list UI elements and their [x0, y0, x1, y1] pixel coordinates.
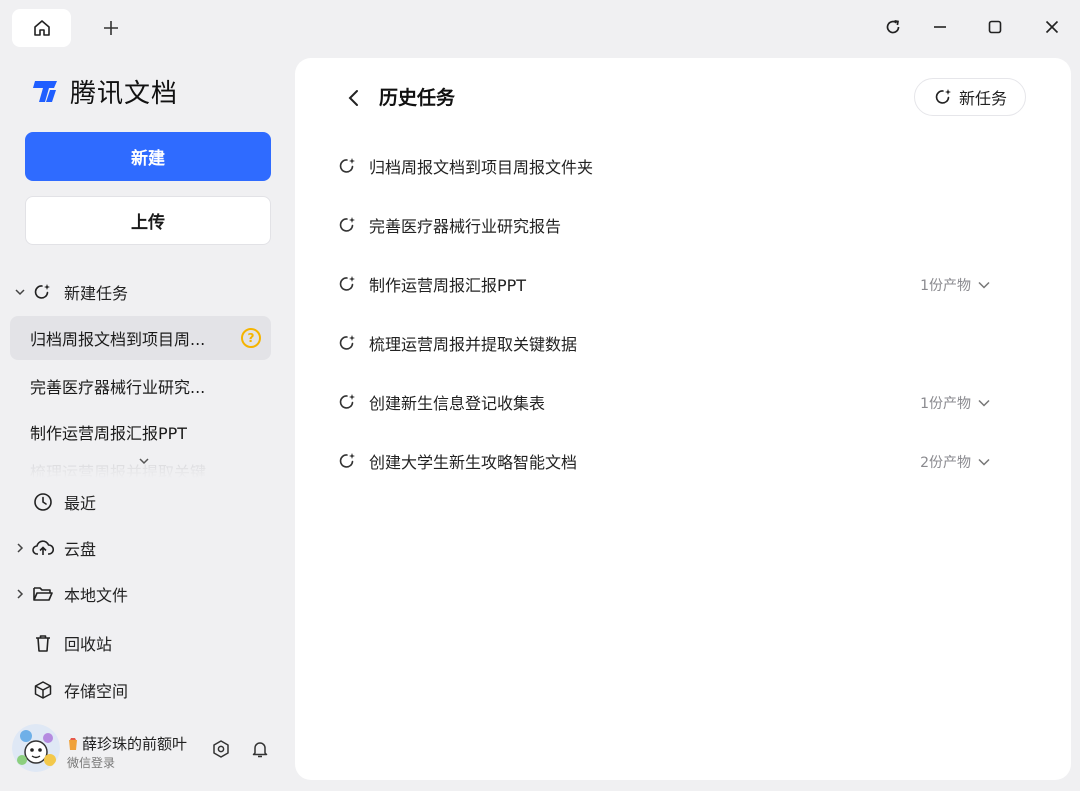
- history-task-row[interactable]: 梳理运营周报并提取关键数据: [335, 321, 1025, 365]
- sidebar-item-trash[interactable]: 回收站: [12, 628, 112, 658]
- folder-icon: [32, 584, 54, 604]
- brand[interactable]: 腾讯文档: [32, 76, 178, 109]
- new-button[interactable]: 新建: [25, 132, 271, 181]
- close-icon: [1045, 20, 1059, 34]
- sidebar-item-storage[interactable]: 存储空间: [12, 675, 128, 705]
- task-sparkle-icon: [335, 451, 359, 471]
- maximize-button[interactable]: [979, 12, 1011, 42]
- chevron-down-icon: [978, 281, 990, 289]
- task-label: 归档周报文档到项目周...: [30, 330, 206, 349]
- plus-icon: [104, 21, 118, 35]
- tencent-docs-logo-icon: [33, 81, 57, 102]
- history-task-row[interactable]: 制作运营周报汇报PPT 1份产物: [335, 262, 1025, 306]
- sidebar-item-label: 本地文件: [64, 586, 129, 605]
- sidebar-item-label: 云盘: [64, 540, 97, 559]
- cloud-upload-icon: [32, 538, 54, 558]
- clock-icon: [32, 492, 54, 512]
- sidebar-task-item[interactable]: 归档周报文档到项目周... ?: [10, 316, 271, 360]
- refresh-icon: [886, 19, 900, 34]
- new-task-button[interactable]: 新任务: [914, 78, 1026, 116]
- sidebar-item-cloud[interactable]: 云盘: [12, 533, 96, 563]
- history-task-label: 制作运营周报汇报PPT: [369, 276, 527, 295]
- user-profile[interactable]: 薛珍珠的前额叶 微信登录: [12, 724, 295, 776]
- sidebar-item-label: 最近: [64, 494, 97, 513]
- user-name-row: 薛珍珠的前额叶: [67, 733, 187, 754]
- title-bar: [0, 0, 1080, 56]
- tasks-section-header[interactable]: 新建任务: [12, 278, 128, 306]
- back-button[interactable]: [343, 86, 365, 110]
- sidebar-task-item[interactable]: 制作运营周报汇报PPT: [10, 410, 271, 454]
- outputs-dropdown[interactable]: 2份产物: [920, 452, 991, 472]
- maximize-icon: [988, 20, 1002, 34]
- sidebar-item-local-files[interactable]: 本地文件: [12, 579, 128, 609]
- settings-hex-icon: [213, 740, 229, 758]
- chevron-down-icon: [978, 458, 990, 466]
- task-sparkle-icon: [335, 274, 359, 294]
- task-label: 制作运营周报汇报PPT: [30, 424, 188, 443]
- outputs-count: 2份产物: [920, 455, 971, 471]
- trash-icon: [32, 633, 54, 653]
- sidebar: 腾讯文档 新建 上传 新建任务 归档周报文档到项目周... ? 完善医疗器械行业…: [0, 56, 295, 791]
- user-name: 薛珍珠的前额叶: [82, 735, 188, 753]
- chevron-down-icon: [139, 458, 149, 465]
- expand-more-button[interactable]: [135, 454, 153, 468]
- outputs-dropdown[interactable]: 1份产物: [920, 275, 991, 295]
- task-sparkle-icon: [335, 215, 359, 235]
- history-task-label: 梳理运营周报并提取关键数据: [369, 335, 578, 354]
- refresh-button[interactable]: [877, 12, 909, 42]
- sidebar-item-recent[interactable]: 最近: [12, 487, 96, 517]
- minimize-button[interactable]: [924, 12, 956, 42]
- chevron-right-icon[interactable]: [12, 588, 28, 600]
- outputs-count: 1份产物: [920, 278, 971, 294]
- task-sparkle-icon: [935, 89, 951, 104]
- history-task-row[interactable]: 完善医疗器械行业研究报告: [335, 203, 1025, 247]
- outputs-count: 1份产物: [920, 396, 971, 412]
- brand-name: 腾讯文档: [70, 78, 179, 109]
- task-sparkle-icon: [335, 392, 359, 412]
- history-task-label: 创建大学生新生攻略智能文档: [369, 453, 578, 472]
- history-task-label: 归档周报文档到项目周报文件夹: [369, 158, 594, 177]
- chevron-down-icon: [978, 399, 990, 407]
- avatar[interactable]: [12, 724, 60, 772]
- new-task-label: 新任务: [958, 89, 1007, 108]
- close-button[interactable]: [1036, 12, 1068, 42]
- tasks-section-label: 新建任务: [64, 284, 129, 303]
- sidebar-item-label: 存储空间: [64, 682, 129, 701]
- chevron-left-icon: [348, 90, 358, 106]
- task-sparkle-icon: [32, 282, 54, 302]
- page-title: 历史任务: [379, 87, 456, 109]
- home-tab[interactable]: [12, 9, 71, 47]
- history-task-row[interactable]: 创建新生信息登记收集表 1份产物: [335, 380, 1025, 424]
- history-task-label: 完善医疗器械行业研究报告: [369, 217, 562, 236]
- chevron-right-icon[interactable]: [12, 542, 28, 554]
- new-tab-button[interactable]: [96, 13, 126, 43]
- task-label: 完善医疗器械行业研究...: [30, 378, 206, 397]
- upload-button[interactable]: 上传: [25, 196, 271, 245]
- box-icon: [32, 680, 54, 700]
- badge-icon: [69, 737, 77, 750]
- settings-button[interactable]: [210, 738, 232, 760]
- bell-icon: [252, 742, 268, 758]
- outputs-dropdown[interactable]: 1份产物: [920, 393, 991, 413]
- login-method: 微信登录: [67, 756, 116, 770]
- chevron-down-icon: [12, 286, 28, 298]
- home-icon: [33, 20, 50, 36]
- main-panel: 历史任务 新任务 归档周报文档到项目周报文件夹 完善医疗器械行业研究报告 制作运…: [295, 58, 1071, 780]
- notifications-button[interactable]: [249, 738, 271, 760]
- history-task-row[interactable]: 归档周报文档到项目周报文件夹: [335, 144, 1025, 188]
- history-task-label: 创建新生信息登记收集表: [369, 394, 546, 413]
- task-sparkle-icon: [335, 333, 359, 353]
- help-badge-icon[interactable]: ?: [241, 328, 261, 348]
- minimize-icon: [934, 26, 946, 28]
- sidebar-task-item[interactable]: 完善医疗器械行业研究...: [10, 364, 271, 408]
- task-sparkle-icon: [335, 156, 359, 176]
- sidebar-item-label: 回收站: [64, 635, 113, 654]
- history-task-row[interactable]: 创建大学生新生攻略智能文档 2份产物: [335, 439, 1025, 483]
